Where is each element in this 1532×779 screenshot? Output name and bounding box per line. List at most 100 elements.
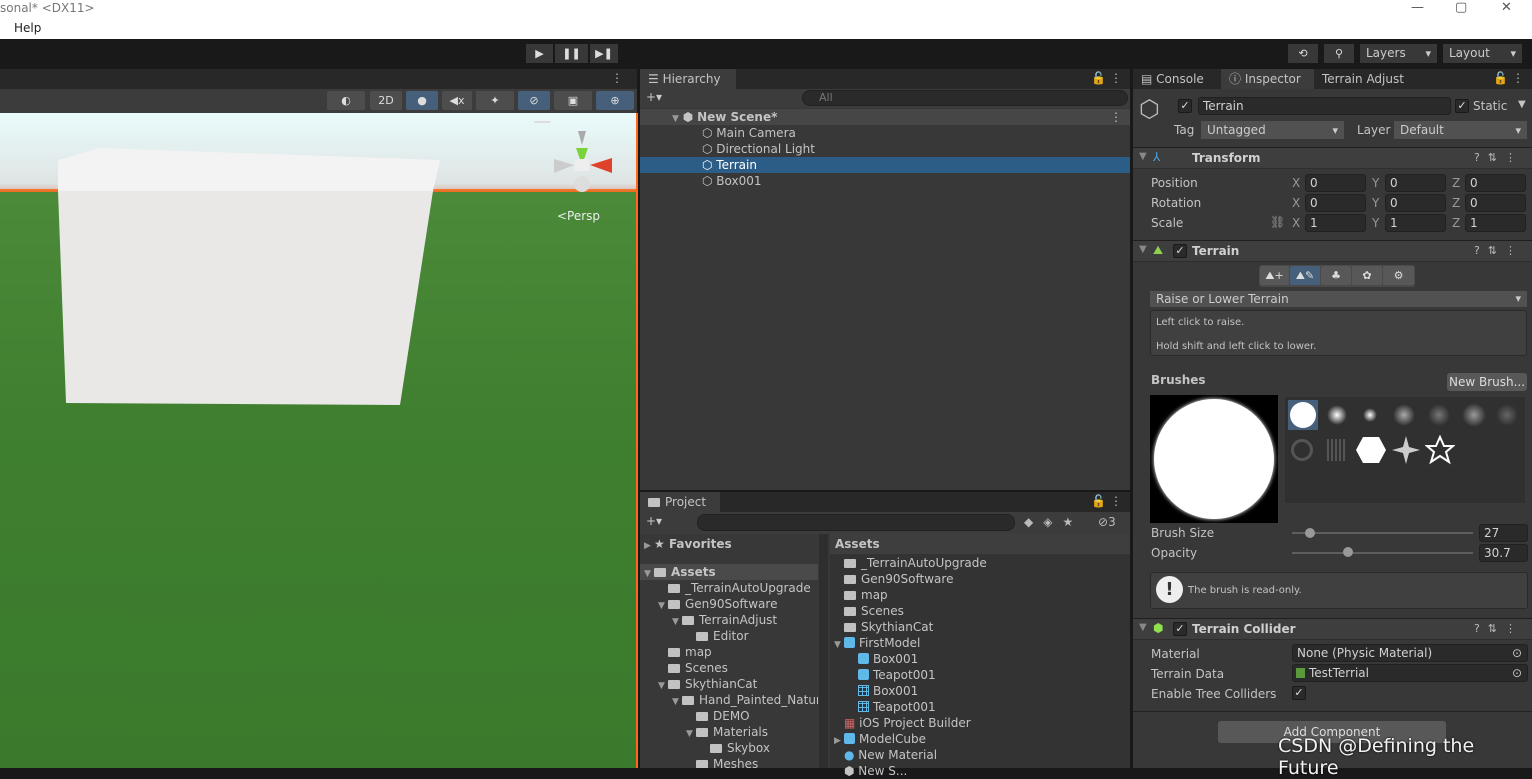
brush-selected[interactable] [1288,400,1318,430]
y-field[interactable]: 0 [1385,174,1446,192]
folder-tree-item[interactable]: ▼ Gen90Software [640,596,818,612]
asset-item[interactable]: Gen90Software [830,571,1130,587]
hidden-packages-count[interactable]: ⊘3 [1098,515,1116,529]
layout-dropdown[interactable]: Layout [1443,44,1522,63]
asset-item[interactable]: ▦ iOS Project Builder [830,715,1130,731]
camera-icon[interactable]: ▣ [554,91,592,110]
collapse-icon[interactable]: ▼ [1139,151,1147,162]
folder-tree-item[interactable]: map [640,644,818,660]
terrain-header[interactable]: ▼ ⛰ ✓ Terrain ?⇅⋮ [1133,240,1532,262]
terrain-settings-icon[interactable]: ⚙ [1383,266,1414,285]
shading-mode-button[interactable]: ◐ [327,91,365,110]
folder-tree-item[interactable]: ▶ ★ Favorites [640,536,818,552]
scene-viewport[interactable]: <Persp [0,113,636,768]
search-icon[interactable]: ⚲ [1324,44,1354,63]
component-menu-icons[interactable]: ?⇅⋮ [1474,151,1524,164]
tree-scrollbar[interactable] [819,534,828,768]
lock-menu-icon[interactable]: 🔓 ⋮ [1091,494,1122,508]
paint-terrain-icon[interactable]: ⛰✎ [1290,266,1320,285]
object-name-field[interactable]: Terrain [1198,97,1451,115]
lighting-icon[interactable]: ● [406,91,438,110]
z-field[interactable]: 0 [1465,194,1526,212]
effects-icon[interactable]: ✦ [476,91,514,110]
tab-terrain-adjust[interactable]: Terrain Adjust [1314,69,1412,89]
collapse-icon[interactable]: ▼ [1139,622,1147,633]
paint-details-icon[interactable]: ✿ [1352,266,1382,285]
gizmo-lock-icon[interactable] [534,121,550,123]
scene-row[interactable]: ▼ ⬢ New Scene* ⋮ [640,109,1130,125]
2d-toggle[interactable]: 2D [370,91,402,110]
folder-tree-item[interactable]: ▼ Materials [640,724,818,740]
hierarchy-item[interactable]: ⬡ Main Camera [640,125,1130,141]
asset-item[interactable]: ● New Material [830,747,1130,763]
terrain-data-field[interactable]: TestTerrial [1292,664,1528,682]
lock-menu-icon[interactable]: 🔓 ⋮ [1091,71,1122,85]
tab-console[interactable]: ▤ Console [1133,69,1221,89]
z-field[interactable]: 0 [1465,174,1526,192]
project-search-input[interactable] [697,514,1015,531]
brush-small[interactable] [1363,408,1377,422]
brush-noise[interactable] [1393,404,1415,426]
folder-tree-item[interactable]: ▼ Assets [640,564,818,580]
object-picker-icon[interactable]: ⊙ [1512,646,1522,660]
layers-dropdown[interactable]: Layers [1360,44,1437,63]
pause-button[interactable]: ❚❚ [555,44,588,63]
static-dropdown-icon[interactable]: ▼ [1518,99,1526,110]
assets-breadcrumb[interactable]: Assets [830,534,1130,554]
perspective-label[interactable]: <Persp [557,209,600,223]
hierarchy-search-input[interactable]: All [802,90,1128,106]
y-field[interactable]: 1 [1385,214,1446,232]
maximize-button[interactable]: ▢ [1455,0,1467,15]
static-checkbox[interactable]: ✓ [1455,99,1469,113]
asset-item[interactable]: ⬢ New S... [830,763,1130,779]
brush-noise[interactable] [1496,404,1518,426]
x-field[interactable]: 0 [1305,174,1366,192]
brush-size-slider[interactable] [1292,532,1473,534]
orientation-gizmo[interactable] [552,123,616,193]
opacity-field[interactable]: 30.7 [1479,544,1528,562]
tab-inspector[interactable]: ⓘ Inspector [1221,69,1314,89]
asset-item[interactable]: Scenes [830,603,1130,619]
asset-item[interactable]: Box001 [830,683,1130,699]
folder-tree-item[interactable]: DEMO [640,708,818,724]
brush-size-field[interactable]: 27 [1479,524,1528,542]
hierarchy-item-selected[interactable]: ⬡ Terrain [640,157,1130,173]
gizmos-icon[interactable]: ⊕ [596,91,634,110]
component-menu-icons[interactable]: ?⇅⋮ [1474,622,1524,635]
brush-star[interactable] [1425,435,1455,465]
y-field[interactable]: 0 [1385,194,1446,212]
step-button[interactable]: ▶❚ [590,44,618,63]
minimize-button[interactable]: — [1411,0,1424,15]
new-brush-button[interactable]: New Brush... [1447,373,1527,391]
scene-menu-icon[interactable]: ⋮ [611,71,623,85]
tab-hierarchy[interactable]: ☰ Hierarchy [640,69,736,89]
folder-tree-item[interactable]: Scenes [640,660,818,676]
brush-hexagon[interactable] [1355,435,1387,465]
brush-ring[interactable] [1291,439,1313,461]
z-field[interactable]: 1 [1465,214,1526,232]
terrain-tool-dropdown[interactable]: Raise or Lower Terrain [1150,291,1527,307]
material-field[interactable]: None (Physic Material) [1292,644,1528,662]
collider-enabled-checkbox[interactable]: ✓ [1173,622,1187,636]
asset-item[interactable]: ▶ ModelCube [830,731,1130,747]
asset-item[interactable]: Teapot001 [830,667,1130,683]
x-field[interactable]: 0 [1305,194,1366,212]
object-picker-icon[interactable]: ⊙ [1512,666,1522,680]
opacity-slider[interactable] [1292,552,1473,554]
brush-noise[interactable] [1462,403,1486,427]
add-button[interactable]: +▾ [646,514,662,528]
audio-icon[interactable]: ◀x [442,91,472,110]
brush-noise[interactable] [1428,404,1450,426]
terrain-collider-header[interactable]: ▼ ⬢ ✓ Terrain Collider ?⇅⋮ [1133,618,1532,640]
constrain-proportions-icon[interactable]: ⛓ [1270,215,1285,229]
asset-item[interactable]: Teapot001 [830,699,1130,715]
menu-help[interactable]: Help [14,21,41,35]
hidden-objects-icon[interactable]: ⊘ [518,91,550,110]
asset-item[interactable]: _TerrainAutoUpgrade [830,555,1130,571]
expand-arrow[interactable]: ▶ [644,538,654,554]
asset-item[interactable]: map [830,587,1130,603]
brush-soft[interactable] [1327,405,1347,425]
component-menu-icons[interactable]: ?⇅⋮ [1474,244,1524,257]
close-button[interactable]: ✕ [1501,0,1512,15]
collapse-icon[interactable]: ▼ [1139,244,1147,255]
